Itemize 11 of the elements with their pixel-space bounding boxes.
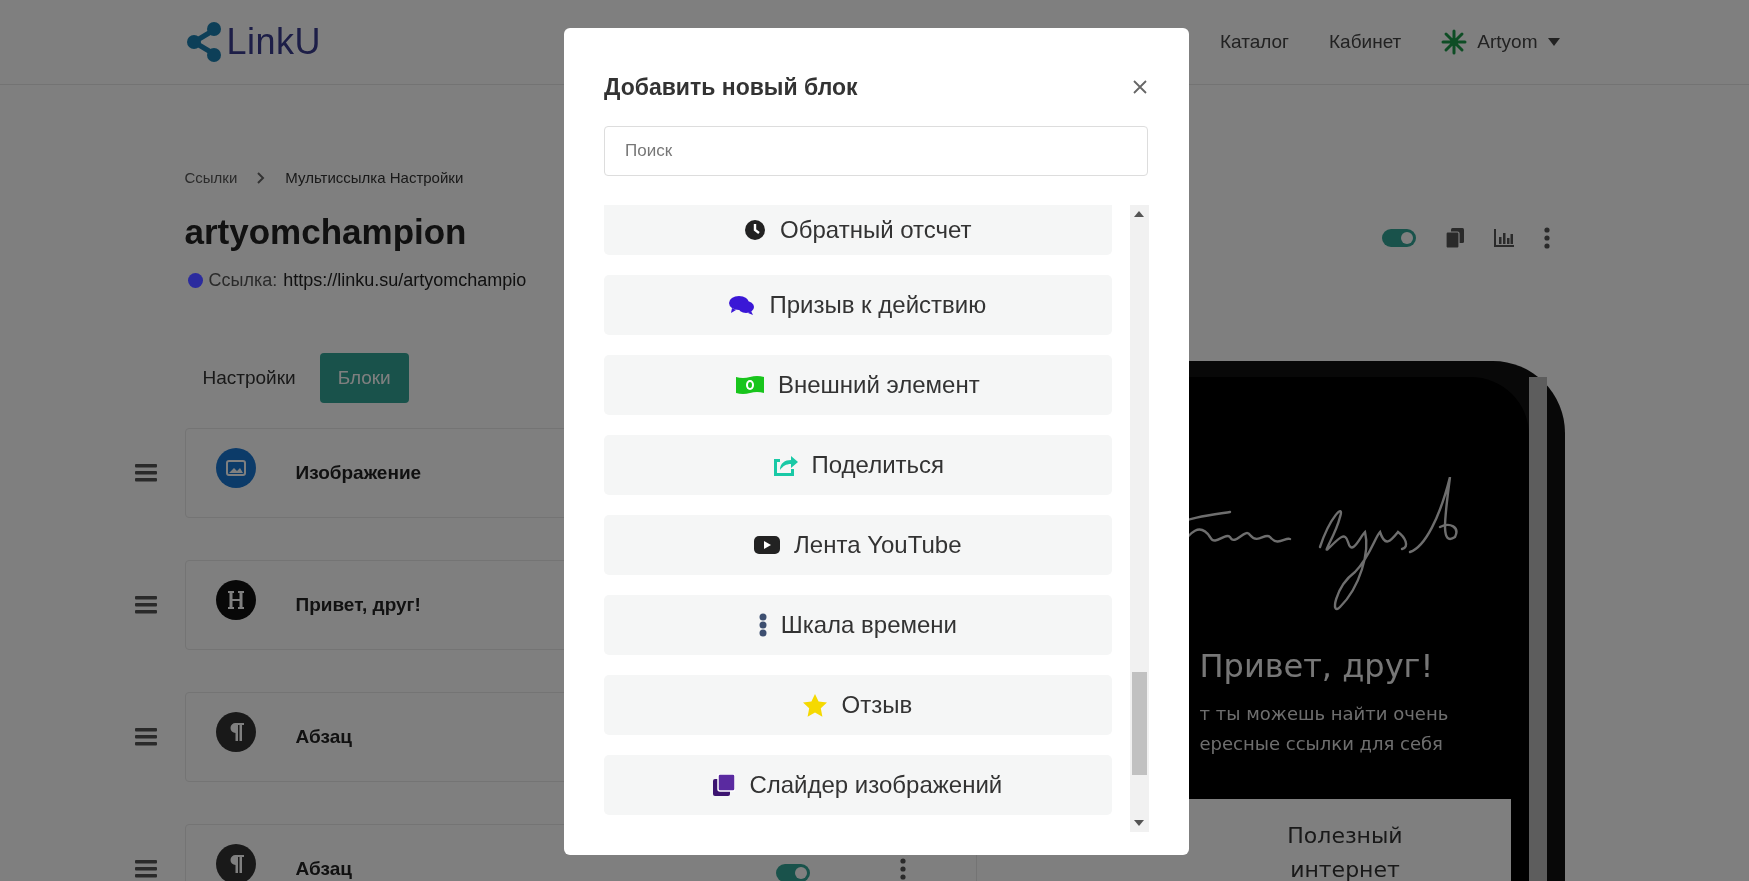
preview-heading: Привет, друг! <box>1199 647 1435 685</box>
breadcrumb-current: Мультиссылка Настройки <box>285 169 464 186</box>
link-label: Ссылка: <box>208 270 278 291</box>
block-title: Абзац <box>295 727 352 747</box>
page-title: artyomchampion <box>184 212 467 252</box>
preview-text: ересные ссылки для себя <box>1199 732 1444 756</box>
block-title: Изображение <box>295 463 422 483</box>
block-title: Привет, друг! <box>295 595 421 615</box>
modal-title: Добавить новый блок <box>604 73 858 101</box>
preview-text: т ты можешь найти очень <box>1199 702 1450 726</box>
block-title: Абзац <box>295 859 352 879</box>
